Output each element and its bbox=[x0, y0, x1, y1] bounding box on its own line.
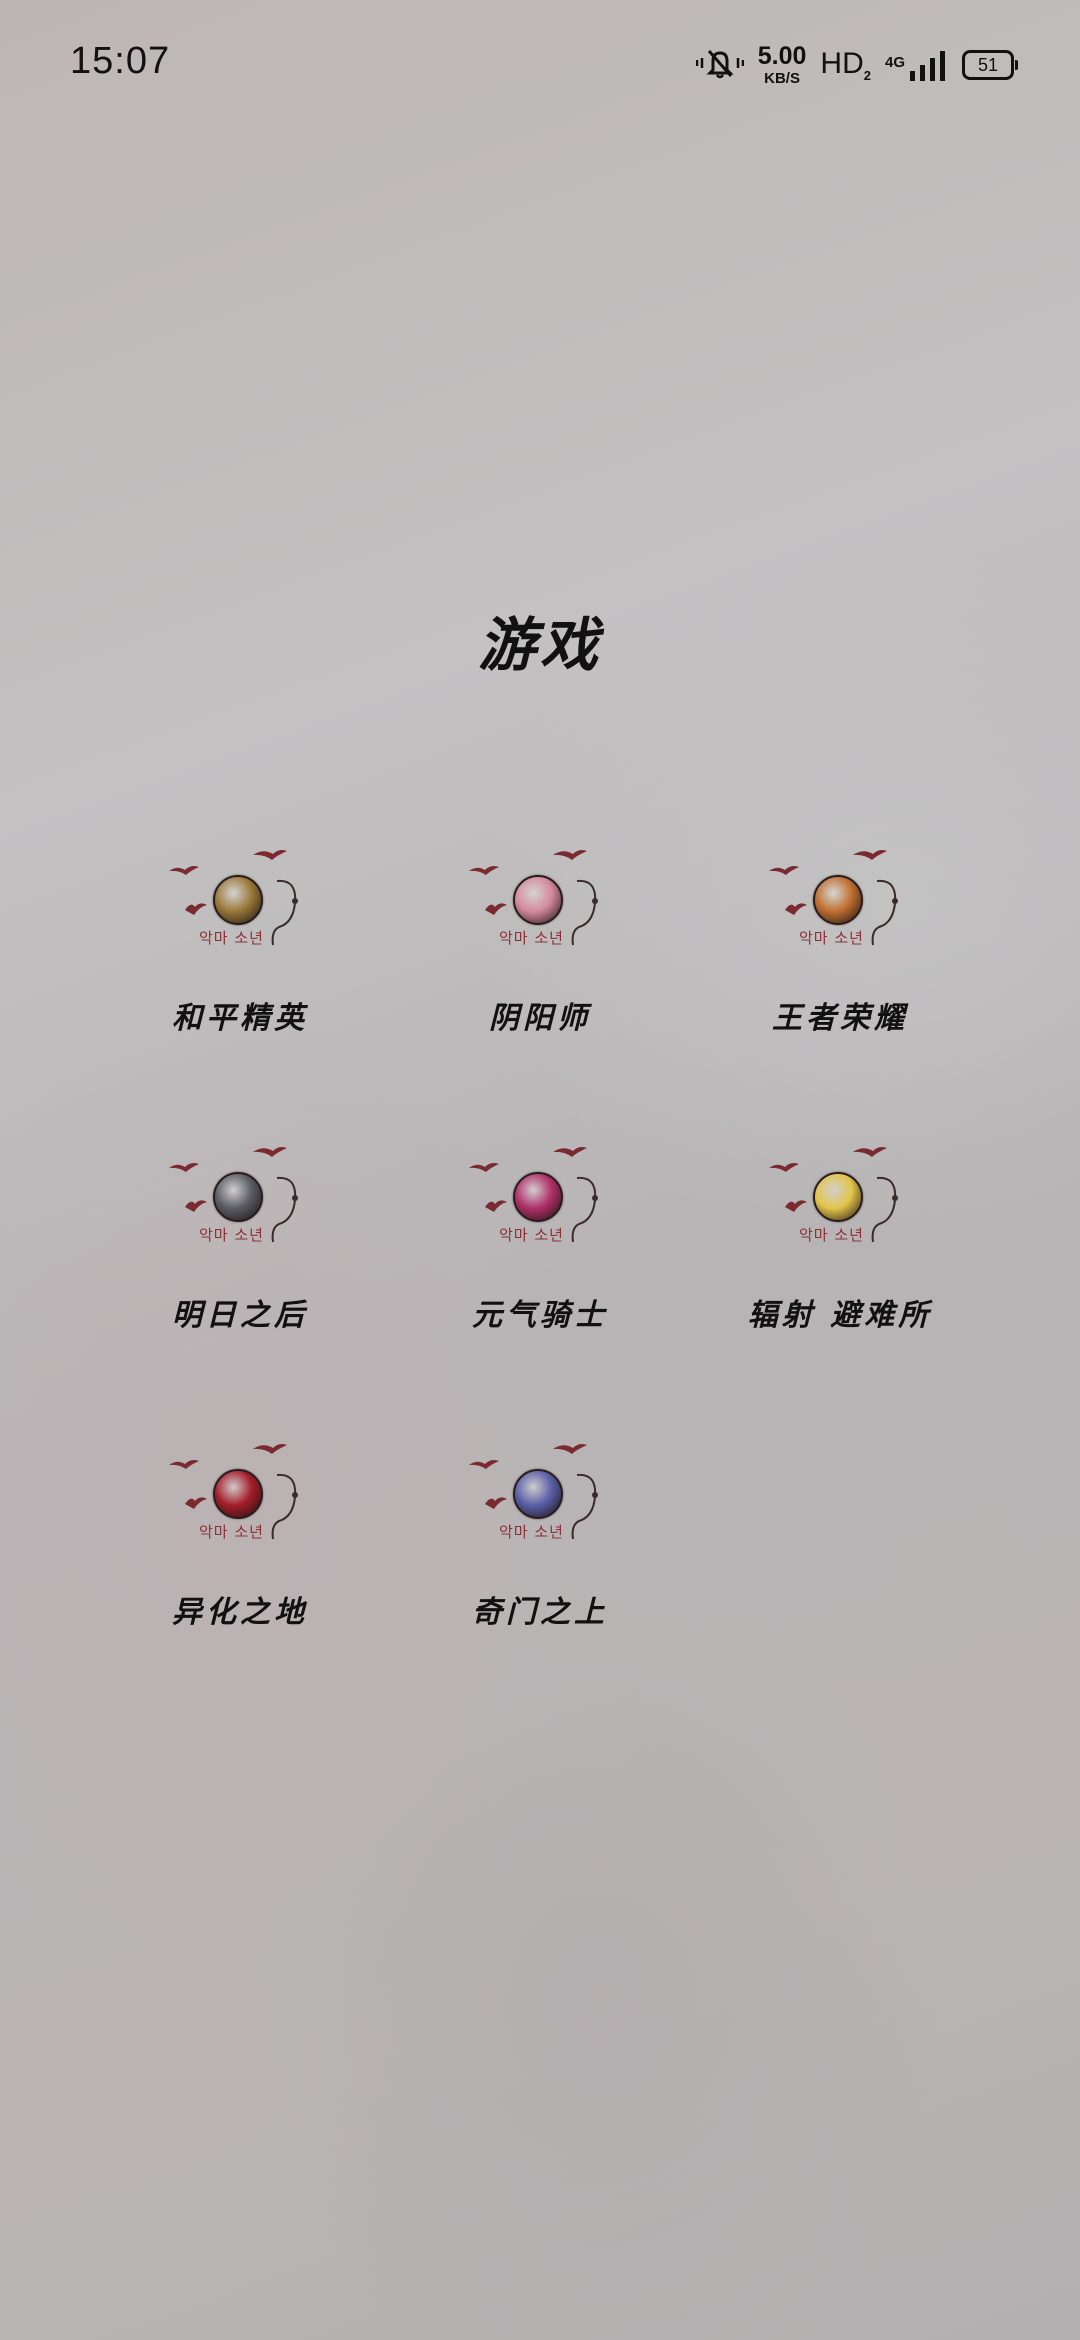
alien-land-avatar-icon bbox=[213, 1469, 263, 1519]
game-item-onmyoji[interactable]: 악마 소년 阴阳师 bbox=[390, 845, 690, 1142]
game-item-fallout-shelter[interactable]: 악마 소년 辐射 避难所 bbox=[690, 1142, 990, 1439]
game-item-lifeafter[interactable]: 악마 소년 明日之后 bbox=[90, 1142, 390, 1439]
hd-indicator: HD2 bbox=[820, 47, 871, 83]
game-label: 异化之地 bbox=[172, 1595, 308, 1630]
emblem-text: 악마 소년 bbox=[499, 1523, 564, 1541]
battery-icon: 51 bbox=[962, 50, 1018, 80]
game-item-alien-land[interactable]: 악마 소년 异化之地 bbox=[90, 1439, 390, 1736]
lifeafter-avatar-icon bbox=[213, 1172, 263, 1222]
game-emblem: 악마 소년 bbox=[165, 845, 315, 960]
signal-icon: 4G bbox=[885, 49, 948, 81]
soul-knight-avatar-icon bbox=[513, 1172, 563, 1222]
game-label: 元气骑士 bbox=[472, 1298, 608, 1333]
battery-level: 51 bbox=[977, 54, 999, 75]
games-grid: 악마 소년 和平精英 악마 소년 阴阳师 악마 소년 王者荣耀 악마 소년 明日… bbox=[90, 845, 990, 1736]
game-label: 王者荣耀 bbox=[772, 1001, 908, 1036]
game-item-soul-knight[interactable]: 악마 소년 元气骑士 bbox=[390, 1142, 690, 1439]
qimen-avatar-icon bbox=[513, 1469, 563, 1519]
hd-label: HD bbox=[820, 47, 864, 80]
game-emblem: 악마 소년 bbox=[165, 1142, 315, 1257]
game-emblem: 악마 소년 bbox=[765, 1142, 915, 1257]
mute-bell-icon bbox=[695, 46, 744, 84]
hd-sub: 2 bbox=[863, 68, 871, 83]
emblem-text: 악마 소년 bbox=[199, 929, 264, 947]
game-emblem: 악마 소년 bbox=[465, 1142, 615, 1257]
status-bar: 15:07 5.00 KB/S HD2 4G 51 bbox=[0, 0, 1080, 130]
game-label: 和平精英 bbox=[172, 1001, 308, 1036]
network-type: 4G bbox=[884, 54, 905, 71]
emblem-text: 악마 소년 bbox=[799, 929, 864, 947]
game-item-peace-elite[interactable]: 악마 소년 和平精英 bbox=[90, 845, 390, 1142]
game-label: 明日之后 bbox=[172, 1298, 308, 1333]
emblem-text: 악마 소년 bbox=[499, 929, 564, 947]
game-emblem: 악마 소년 bbox=[465, 1439, 615, 1554]
game-label: 奇门之上 bbox=[472, 1595, 608, 1630]
speed-unit: KB/S bbox=[764, 70, 800, 87]
status-time: 15:07 bbox=[70, 40, 171, 82]
game-emblem: 악마 소년 bbox=[465, 845, 615, 960]
fallout-shelter-avatar-icon bbox=[813, 1172, 863, 1222]
speed-value: 5.00 bbox=[757, 42, 807, 70]
page-title: 游戏 bbox=[477, 611, 602, 679]
game-label: 辐射 避难所 bbox=[747, 1298, 933, 1333]
game-label: 阴阳师 bbox=[489, 1001, 591, 1036]
emblem-text: 악마 소년 bbox=[799, 1226, 864, 1244]
game-item-qimen[interactable]: 악마 소년 奇门之上 bbox=[390, 1439, 690, 1736]
onmyoji-avatar-icon bbox=[513, 875, 563, 925]
game-item-honor-of-kings[interactable]: 악마 소년 王者荣耀 bbox=[690, 845, 990, 1142]
network-speed: 5.00 KB/S bbox=[757, 42, 807, 87]
game-emblem: 악마 소년 bbox=[165, 1439, 315, 1554]
game-emblem: 악마 소년 bbox=[765, 845, 915, 960]
emblem-text: 악마 소년 bbox=[199, 1523, 264, 1541]
emblem-text: 악마 소년 bbox=[499, 1226, 564, 1244]
honor-of-kings-avatar-icon bbox=[813, 875, 863, 925]
peace-elite-avatar-icon bbox=[213, 875, 263, 925]
status-icons: 5.00 KB/S HD2 4G 51 bbox=[695, 42, 1018, 87]
emblem-text: 악마 소년 bbox=[199, 1226, 264, 1244]
